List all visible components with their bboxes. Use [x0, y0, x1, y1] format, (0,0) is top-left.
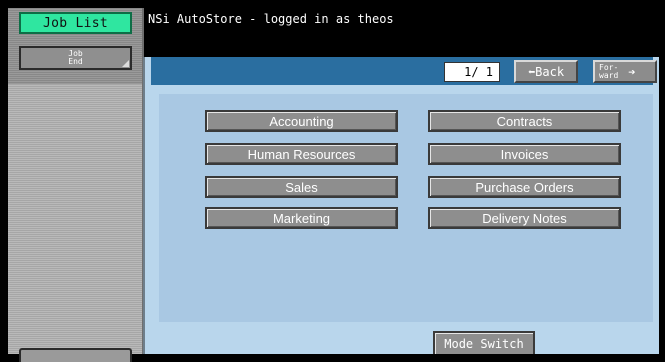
- screen: Job List Job End NSi AutoStore - logged …: [0, 0, 665, 362]
- main-panel: 1/ 1 ⬅Back For- ward ➔ Accounting Contra…: [143, 57, 659, 354]
- category-button-purchase-orders[interactable]: Purchase Orders: [428, 176, 621, 198]
- sidebar-bottom-button[interactable]: [19, 348, 132, 362]
- sidebar: Job List Job End: [8, 8, 144, 362]
- mode-switch-button[interactable]: Mode Switch: [433, 331, 535, 354]
- category-button-invoices[interactable]: Invoices: [428, 143, 621, 165]
- pager-toolbar: 1/ 1 ⬅Back For- ward ➔: [151, 57, 657, 85]
- category-button-human-resources[interactable]: Human Resources: [205, 143, 398, 165]
- mode-switch-label: Mode Switch: [444, 336, 524, 351]
- back-button[interactable]: ⬅Back: [514, 60, 578, 83]
- category-button-marketing[interactable]: Marketing: [205, 207, 398, 229]
- category-button-accounting[interactable]: Accounting: [205, 110, 398, 132]
- job-list-button[interactable]: Job List: [19, 12, 132, 34]
- category-button-sales[interactable]: Sales: [205, 176, 398, 198]
- arrow-right-icon: ➔: [628, 64, 636, 79]
- corner-triangle-icon: [122, 60, 129, 67]
- sidebar-header: Job List Job End: [8, 8, 142, 84]
- window-title: NSi AutoStore - logged in as theos: [148, 12, 394, 26]
- job-end-label-line2: End: [68, 57, 83, 66]
- category-area: Accounting Contracts Human Resources Inv…: [159, 94, 653, 322]
- forward-label: For- ward: [599, 63, 619, 80]
- job-end-button[interactable]: Job End: [19, 46, 132, 70]
- category-button-delivery-notes[interactable]: Delivery Notes: [428, 207, 621, 229]
- job-list-label: Job List: [42, 15, 108, 31]
- page-indicator: 1/ 1: [444, 62, 500, 82]
- back-label: ⬅Back: [527, 64, 565, 79]
- category-button-contracts[interactable]: Contracts: [428, 110, 621, 132]
- forward-button[interactable]: For- ward ➔: [593, 60, 657, 83]
- forward-label-line2: ward: [599, 70, 619, 80]
